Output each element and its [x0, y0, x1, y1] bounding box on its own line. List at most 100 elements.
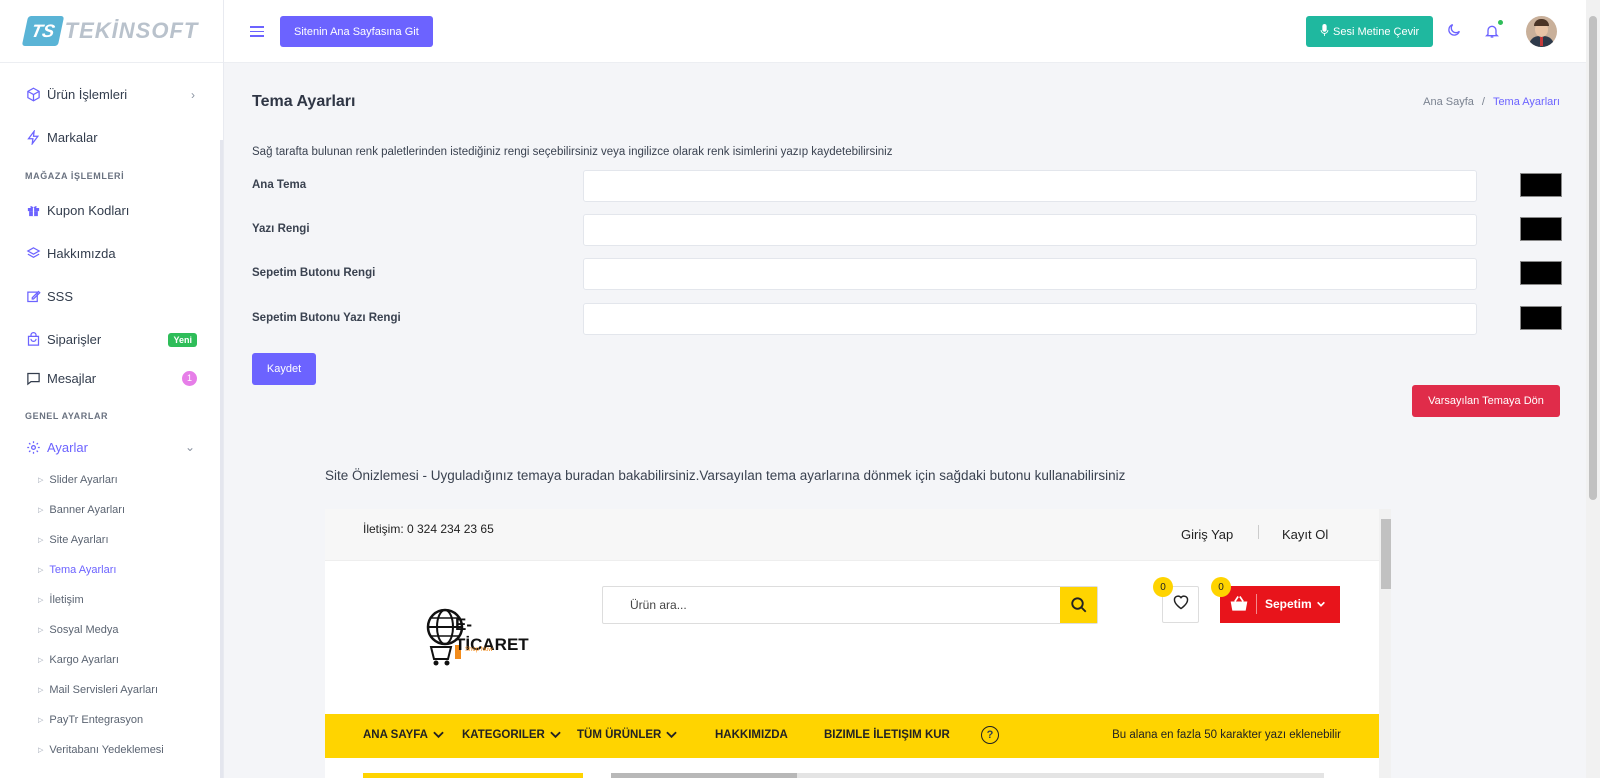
topbar: Sitenin Ana Sayfasına Git Sesi Metine Çe… [224, 0, 1586, 63]
preview-nav-kategoriler[interactable]: KATEGORILER [462, 729, 561, 741]
box-icon [25, 87, 41, 103]
submenu-tema-ayarlari[interactable]: ▷ Tema Ayarları [0, 555, 223, 585]
nav-label: TÜM ÜRÜNLER [577, 729, 662, 741]
submenu-site-ayarlari[interactable]: ▷ Site Ayarları [0, 525, 223, 555]
submenu-mail-servisleri[interactable]: ▷ Mail Servisleri Ayarları [0, 675, 223, 705]
submenu-label: Sosyal Medya [49, 624, 119, 636]
submenu-label: Veritabanı Yedeklemesi [49, 744, 164, 756]
sidebar-item-hakkimizda[interactable]: Hakkımızda [0, 232, 223, 275]
color-picker-swatch[interactable] [1520, 261, 1562, 285]
preview-login-link[interactable]: Giriş Yap [1181, 527, 1233, 542]
submenu-iletisim[interactable]: ▷ İletişim [0, 585, 223, 615]
page-scrollbar[interactable] [1586, 0, 1600, 778]
notification-dot [1496, 18, 1505, 27]
preview-title: Site Önizlemesi - Uyguladığınız temaya b… [325, 468, 1126, 483]
basket-icon [1229, 595, 1249, 618]
sidebar-item-mesajlar[interactable]: Mesajlar 1 [0, 361, 223, 395]
sepetim-butonu-yazi-rengi-input[interactable] [583, 303, 1477, 335]
submenu-label: Banner Ayarları [49, 504, 126, 516]
sidebar-item-label: SSS [47, 289, 74, 304]
preview-register-link[interactable]: Kayıt Ol [1282, 527, 1328, 542]
sidebar-item-kupon-kodlari[interactable]: Kupon Kodları [0, 189, 223, 232]
preview-nav-ana-sayfa[interactable]: ANA SAYFA [363, 729, 444, 741]
gift-icon [25, 203, 41, 219]
submenu-label: Slider Ayarları [49, 474, 118, 486]
sidebar-item-siparisler[interactable]: Siparişler Yeni [0, 318, 223, 361]
preview-divider [1258, 525, 1259, 539]
sidebar: TS TEKİNSOFT Ürün İşlemleri › Markalar M… [0, 0, 224, 778]
sidebar-item-sss[interactable]: SSS [0, 275, 223, 318]
preview-search-box[interactable]: Ürün ara... [602, 586, 1098, 624]
chevron-down-icon [666, 731, 678, 739]
field-row-ana-tema: Ana Tema [252, 170, 1562, 202]
field-label: Sepetim Butonu Yazı Rengi [252, 312, 401, 324]
caret-icon: ▷ [38, 687, 44, 694]
search-icon[interactable] [1060, 587, 1097, 623]
sidebar-item-label: Mesajlar [47, 370, 97, 386]
caret-icon: ▷ [38, 477, 44, 484]
chevron-down-icon [1316, 596, 1326, 614]
gear-icon [25, 439, 41, 455]
section-title-general: GENEL AYARLAR [25, 411, 109, 421]
submenu-paytr[interactable]: ▷ PayTr Entegrasyon [0, 705, 223, 735]
submenu-kargo-ayarlari[interactable]: ▷ Kargo Ayarları [0, 645, 223, 675]
scrollbar-thumb[interactable] [1589, 16, 1597, 500]
dark-mode-moon-icon[interactable] [1446, 22, 1462, 43]
breadcrumb: Ana Sayfa / Tema Ayarları [1423, 96, 1560, 108]
preview-scrollbar[interactable] [1379, 509, 1391, 778]
brand-logo[interactable]: TS TEKİNSOFT [0, 0, 223, 63]
caret-icon: ▷ [38, 537, 44, 544]
caret-icon: ▷ [38, 507, 44, 514]
sepetim-butonu-rengi-input[interactable] [583, 258, 1477, 290]
site-home-button[interactable]: Sitenin Ana Sayfasına Git [280, 16, 433, 47]
chevron-right-icon: › [191, 87, 195, 102]
sidebar-item-ayarlar[interactable]: Ayarlar ⌄ [0, 429, 223, 465]
ana-tema-input[interactable] [583, 170, 1477, 202]
main-content: Tema Ayarları Ana Sayfa / Tema Ayarları … [224, 63, 1586, 778]
breadcrumb-home[interactable]: Ana Sayfa [1423, 96, 1474, 108]
preview-slider-fill [611, 773, 797, 778]
help-icon[interactable]: ? [981, 726, 999, 744]
preview-cart-button[interactable]: Sepetim [1220, 586, 1340, 623]
reset-default-theme-button[interactable]: Varsayılan Temaya Dön [1412, 385, 1560, 417]
caret-icon: ▷ [38, 597, 44, 604]
preview-contact: İletişim: 0 324 234 23 65 [363, 522, 494, 536]
nav-label: KATEGORILER [462, 729, 545, 741]
field-row-sepetim-butonu-rengi: Sepetim Butonu Rengi [252, 258, 1562, 290]
submenu-banner-ayarlari[interactable]: ▷ Banner Ayarları [0, 495, 223, 525]
sidebar-item-urun-islemleri[interactable]: Ürün İşlemleri › [0, 73, 223, 116]
submenu-label: Site Ayarları [49, 534, 109, 546]
sidebar-item-label: Hakkımızda [47, 246, 116, 261]
color-picker-swatch[interactable] [1520, 217, 1562, 241]
logo-text: TEKİNSOFT [64, 18, 199, 43]
user-avatar[interactable] [1526, 16, 1557, 47]
submenu-slider-ayarlari[interactable]: ▷ Slider Ayarları [0, 465, 223, 495]
preview-nav-hakkimizda[interactable]: HAKKIMIZDA [715, 729, 788, 741]
microphone-icon [1320, 24, 1329, 39]
submenu-veritabani[interactable]: ▷ Veritabanı Yedeklemesi [0, 735, 223, 765]
preview-nav-tum-urunler[interactable]: TÜM ÜRÜNLER [577, 729, 678, 741]
caret-icon: ▷ [38, 657, 44, 664]
yazi-rengi-input[interactable] [583, 214, 1477, 246]
preview-category-bar [363, 773, 583, 778]
sidebar-item-markalar[interactable]: Markalar [0, 116, 223, 159]
speech-to-text-button[interactable]: Sesi Metine Çevir [1306, 16, 1434, 47]
chevron-down-icon [550, 731, 561, 739]
edit-icon [25, 289, 41, 305]
preview-logo[interactable]: E-TİCARET Shop Now [425, 597, 535, 669]
breadcrumb-separator: / [1481, 96, 1485, 108]
field-row-sepetim-butonu-yazi-rengi: Sepetim Butonu Yazı Rengi [252, 303, 1562, 335]
save-button[interactable]: Kaydet [252, 353, 316, 385]
submenu-label: Tema Ayarları [49, 564, 117, 576]
hamburger-menu-icon[interactable] [250, 26, 264, 37]
bag-icon [25, 332, 41, 348]
sidebar-item-label: Ayarlar [47, 439, 88, 455]
color-picker-swatch[interactable] [1520, 173, 1562, 197]
message-count-badge: 1 [182, 370, 197, 386]
submenu-label: Mail Servisleri Ayarları [49, 684, 158, 696]
nav-label: BIZIMLE İLETIŞIM KUR [824, 729, 950, 741]
preview-logo-subtext: Shop Now [465, 647, 493, 653]
submenu-sosyal-medya[interactable]: ▷ Sosyal Medya [0, 615, 223, 645]
color-picker-swatch[interactable] [1520, 306, 1562, 330]
preview-nav-iletisim[interactable]: BIZIMLE İLETIŞIM KUR [824, 729, 950, 741]
